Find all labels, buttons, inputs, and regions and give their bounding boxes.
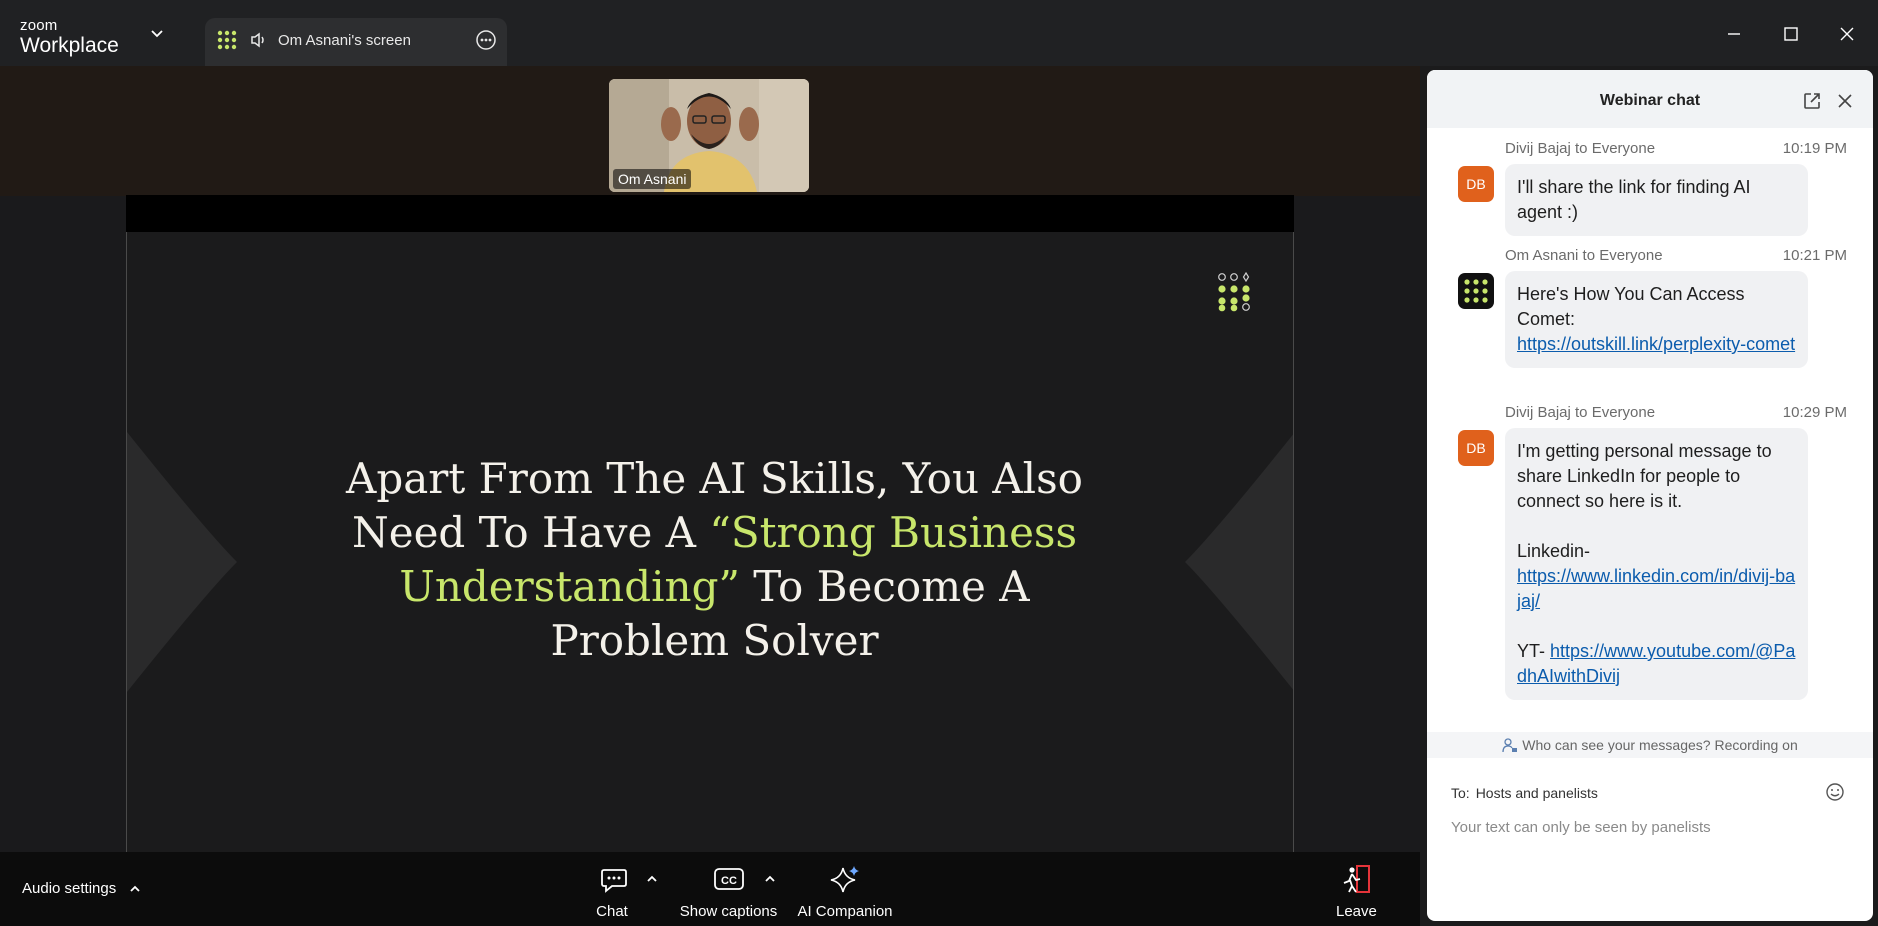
dots-avatar-icon [1464, 279, 1488, 303]
message-bubble: Here's How You Can Access Comet: https:/… [1505, 271, 1808, 368]
audio-settings-button[interactable]: Audio settings [22, 880, 116, 897]
chat-caret-icon[interactable] [646, 874, 658, 884]
youtube-label: YT- [1517, 641, 1551, 661]
slide-line-1: Apart From The AI Skills, You Also [346, 454, 1083, 503]
youtube-line: YT- https://www.youtube.com/@PadhAIwithD… [1517, 639, 1796, 689]
slide-highlight-2: Understanding” [399, 562, 740, 611]
message-spacer [1517, 614, 1796, 639]
message-time: 10:29 PM [1782, 404, 1847, 421]
ai-companion-button[interactable]: AI Companion [795, 864, 895, 920]
avatar[interactable] [1458, 273, 1494, 309]
svg-text:CC: CC [721, 875, 737, 887]
linkedin-label: Linkedin- [1517, 541, 1591, 561]
message-sender: Om Asnani to Everyone [1505, 247, 1663, 264]
chevron-down-icon[interactable] [150, 27, 164, 41]
shared-screen: Apart From The AI Skills, You Also Need … [126, 195, 1294, 852]
youtube-link[interactable]: https://www.youtube.com/@PadhAIwithDivij [1517, 641, 1795, 686]
close-window-icon[interactable] [1835, 22, 1859, 46]
avatar[interactable]: DB [1458, 430, 1494, 466]
participant-name-tag: Om Asnani [613, 169, 692, 189]
chat-header: Webinar chat [1427, 70, 1873, 128]
slide-heading: Apart From The AI Skills, You Also Need … [297, 452, 1132, 668]
message-time: 10:19 PM [1782, 140, 1847, 157]
chat-label: Chat [596, 903, 628, 920]
presentation-slide: Apart From The AI Skills, You Also Need … [126, 232, 1294, 852]
meeting-view: Om Asnani Apart From The AI Skills, You … [0, 66, 1420, 852]
brand-dots-icon [1218, 272, 1250, 312]
privacy-notice[interactable]: Who can see your messages? Recording on [1427, 732, 1873, 758]
more-icon[interactable] [475, 29, 497, 51]
message-sender: Divij Bajaj to Everyone [1505, 140, 1656, 157]
minimize-icon[interactable] [1722, 22, 1746, 46]
speaker-icon[interactable] [250, 31, 268, 49]
show-captions-button[interactable]: CC Show captions [677, 864, 780, 920]
cc-icon: CC [713, 868, 744, 890]
recipient-value: Hosts and panelists [1475, 785, 1598, 801]
slide-line-2: Need To Have A “Strong Business [297, 506, 1132, 560]
slide-highlight-1: “Strong Business [709, 508, 1078, 557]
shared-screen-label: Om Asnani's screen [278, 32, 411, 49]
emoji-icon[interactable] [1825, 782, 1845, 802]
close-chat-icon[interactable] [1836, 92, 1854, 110]
person-lock-icon [1502, 738, 1518, 753]
message-spacer [1517, 514, 1796, 539]
leave-door-icon [1343, 865, 1370, 893]
caret-up-icon[interactable] [129, 884, 141, 894]
recipient-selector[interactable]: To: Hosts and panelists [1451, 785, 1598, 801]
leave-button[interactable]: Leave [1336, 864, 1377, 920]
linkedin-link[interactable]: https://www.linkedin.com/in/divij-bajaj/ [1517, 564, 1796, 614]
message-input[interactable]: Your text can only be seen by panelists [1451, 819, 1841, 836]
sparkle-icon [830, 866, 859, 893]
ai-companion-label: AI Companion [797, 903, 893, 920]
message-sender: Divij Bajaj to Everyone [1505, 404, 1656, 421]
meeting-toolbar: Audio settings Chat CC Show captions AI … [0, 852, 1420, 926]
brand-big: Workplace [20, 34, 119, 57]
message-time: 10:21 PM [1782, 247, 1847, 264]
message-bubble: I'm getting personal message to share Li… [1505, 428, 1808, 700]
slide-line-2-text: Need To Have A [351, 508, 710, 557]
slide-line-3: Understanding” To Become A [297, 560, 1132, 614]
chat-icon [600, 869, 627, 893]
pop-out-icon[interactable] [1802, 91, 1822, 111]
brand-small: zoom [20, 17, 58, 34]
show-captions-label: Show captions [679, 903, 778, 920]
chat-button[interactable]: Chat [594, 864, 630, 920]
message-text: I'm getting personal message to share Li… [1517, 441, 1772, 511]
message-link[interactable]: https://outskill.link/perplexity-comet [1517, 334, 1795, 354]
message-text: Here's How You Can Access Comet: [1517, 284, 1745, 329]
participant-video[interactable]: Om Asnani [609, 79, 809, 192]
leave-label: Leave [1336, 903, 1377, 920]
slide-line-3-text: To Become A [739, 562, 1030, 611]
maximize-icon[interactable] [1779, 22, 1803, 46]
message-bubble: I'll share the link for finding AI agent… [1505, 164, 1808, 236]
to-label: To: [1451, 785, 1470, 801]
avatar[interactable]: DB [1458, 166, 1494, 202]
captions-caret-icon[interactable] [764, 874, 776, 884]
title-bar: zoom Workplace Om Asnani's screen [0, 0, 1878, 66]
shared-screen-tab[interactable]: Om Asnani's screen [205, 18, 507, 66]
privacy-text: Who can see your messages? Recording on [1522, 737, 1798, 753]
zoom-workplace-logo[interactable]: zoom Workplace [20, 18, 119, 56]
apps-grid-icon[interactable] [217, 30, 237, 50]
slide-line-4: Problem Solver [550, 616, 879, 665]
webinar-chat-panel: Webinar chat Divij Bajaj to Everyone 10:… [1427, 70, 1873, 921]
